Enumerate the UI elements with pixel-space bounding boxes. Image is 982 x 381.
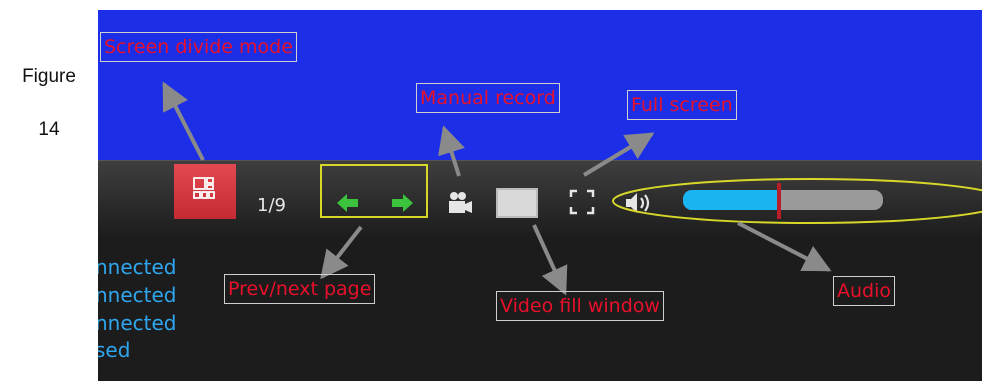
figure-caption-line2: 14 <box>38 119 60 140</box>
annotation-full-screen: Full screen <box>627 90 737 120</box>
pointer-arrow <box>438 125 465 177</box>
pointer-arrow <box>162 81 205 161</box>
annotation-prev-next: Prev/next page <box>224 274 376 304</box>
annotation-video-fill: Video fill window <box>496 291 664 321</box>
annotation-manual-record: Manual record <box>416 83 560 113</box>
pointer-arrow <box>737 221 832 272</box>
pointer-arrow <box>320 225 363 280</box>
annotation-screen-divide: Screen divide mode <box>100 32 297 62</box>
audio-highlight-ellipse <box>612 178 982 224</box>
pointer-arrow <box>532 224 568 296</box>
figure-caption-line1: Figure <box>22 66 76 87</box>
annotation-overlay <box>162 81 982 296</box>
player-screenshot: nnected nnected nnected sed 1/9 Screen d… <box>98 10 982 381</box>
annotation-audio: Audio <box>833 276 896 306</box>
pointer-arrow <box>582 132 655 177</box>
